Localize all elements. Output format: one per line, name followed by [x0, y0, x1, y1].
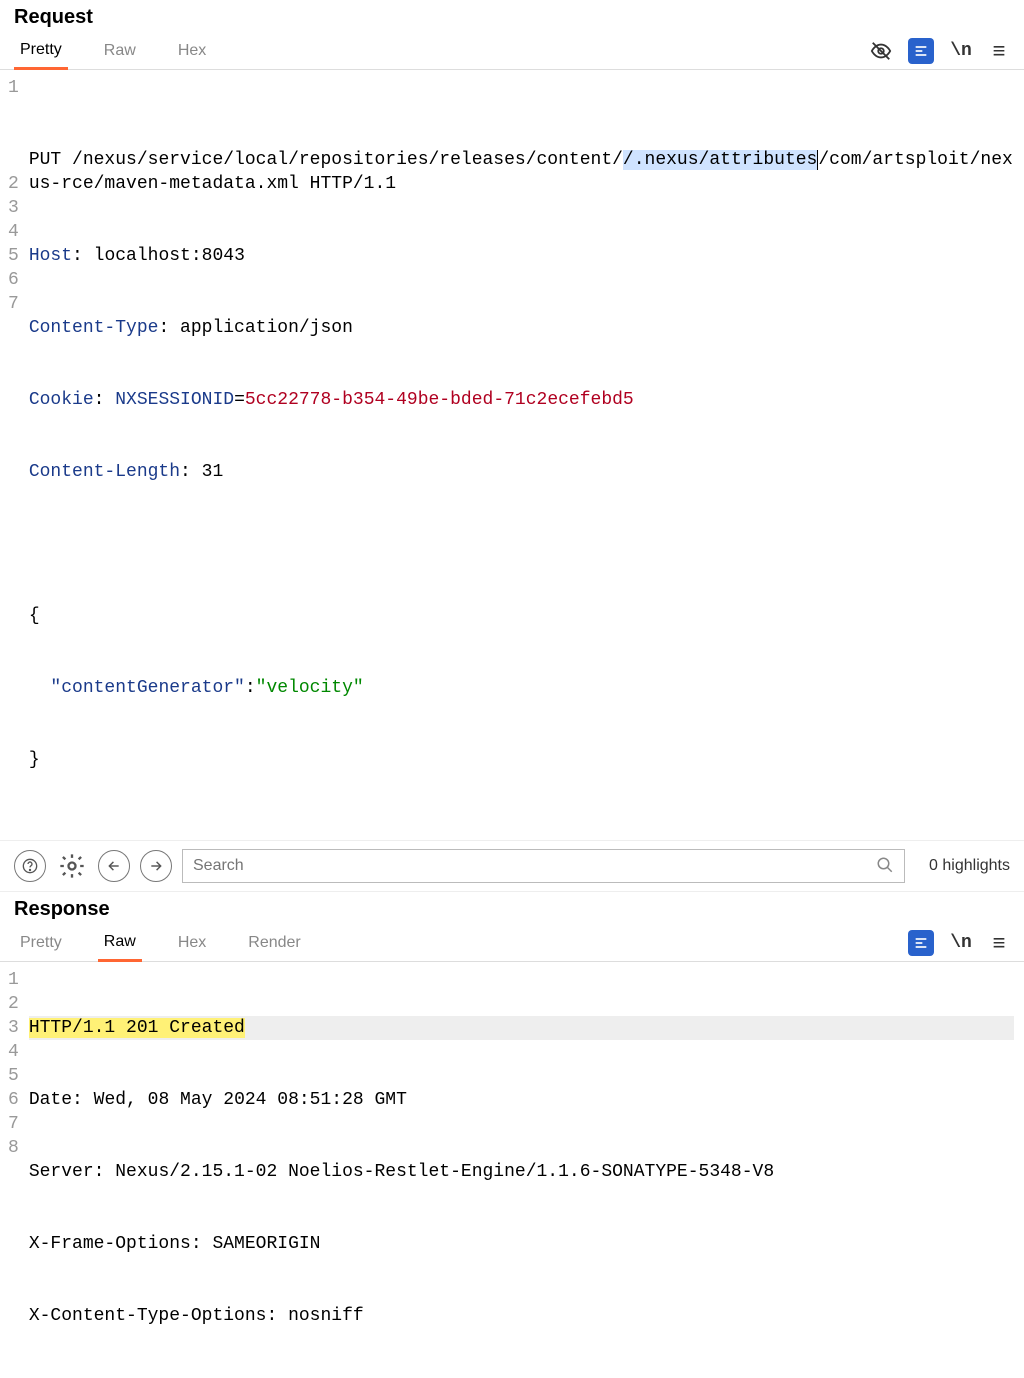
tab-resp-render[interactable]: Render	[242, 926, 306, 960]
menu-icon[interactable]: ≡	[988, 40, 1010, 62]
resp-header-server[interactable]: Server: Nexus/2.15.1-02 Noelios-Restlet-…	[29, 1160, 1014, 1184]
header-content-length[interactable]: Content-Length: 31	[29, 460, 1014, 484]
tab-resp-hex[interactable]: Hex	[172, 926, 212, 960]
tab-raw[interactable]: Raw	[98, 34, 142, 68]
format-icon-resp[interactable]	[908, 930, 934, 956]
tab-hex[interactable]: Hex	[172, 34, 212, 68]
response-gutter: 1 2 3 4 5 6 7 8	[0, 968, 29, 1378]
newline-toggle-resp[interactable]: \n	[950, 932, 972, 954]
blank-line[interactable]	[29, 532, 1014, 556]
response-title: Response	[0, 892, 1024, 925]
selected-path-segment[interactable]: /.nexus/attributes	[623, 150, 817, 170]
tab-resp-raw[interactable]: Raw	[98, 925, 142, 962]
settings-button[interactable]	[56, 850, 88, 882]
back-button[interactable]	[98, 850, 130, 882]
visibility-off-icon[interactable]	[870, 40, 892, 62]
body-content[interactable]: "contentGenerator":"velocity"	[29, 676, 1014, 700]
resp-header-clen[interactable]: Content-Length: 0	[29, 1376, 1014, 1378]
format-icon[interactable]	[908, 38, 934, 64]
request-gutter: 1 2 3 4 5 6 7	[0, 76, 29, 820]
tab-resp-pretty[interactable]: Pretty	[14, 926, 68, 960]
request-editor[interactable]: 1 2 3 4 5 6 7 PUT /nexus/service/local/r…	[0, 70, 1024, 840]
body-close-brace[interactable]: }	[29, 748, 1014, 772]
search-icon[interactable]	[876, 856, 894, 877]
request-title: Request	[0, 0, 1024, 33]
response-editor[interactable]: 1 2 3 4 5 6 7 8 HTTP/1.1 201 Created Dat…	[0, 962, 1024, 1378]
resp-header-date[interactable]: Date: Wed, 08 May 2024 08:51:28 GMT	[29, 1088, 1014, 1112]
resp-header-xcto[interactable]: X-Content-Type-Options: nosniff	[29, 1304, 1014, 1328]
menu-icon-resp[interactable]: ≡	[988, 932, 1010, 954]
forward-button[interactable]	[140, 850, 172, 882]
header-cookie[interactable]: Cookie: NXSESSIONID=5cc22778-b354-49be-b…	[29, 388, 1014, 412]
tab-pretty[interactable]: Pretty	[14, 33, 68, 70]
middle-toolbar: 0 highlights	[0, 840, 1024, 892]
body-open-brace[interactable]: {	[29, 604, 1014, 628]
response-tabs: Pretty Raw Hex Render \n ≡	[0, 925, 1024, 962]
resp-header-xfo[interactable]: X-Frame-Options: SAMEORIGIN	[29, 1232, 1014, 1256]
highlights-count: 0 highlights	[915, 857, 1010, 875]
request-line-method-path[interactable]: PUT /nexus/service/local/repositories/re…	[29, 148, 1014, 196]
request-tabs: Pretty Raw Hex \n ≡	[0, 33, 1024, 70]
search-box[interactable]	[182, 849, 905, 883]
search-input[interactable]	[193, 857, 876, 875]
header-host[interactable]: Host: localhost:8043	[29, 244, 1014, 268]
newline-toggle[interactable]: \n	[950, 40, 972, 62]
header-content-type[interactable]: Content-Type: application/json	[29, 316, 1014, 340]
help-button[interactable]	[14, 850, 46, 882]
status-line[interactable]: HTTP/1.1 201 Created	[29, 1016, 1014, 1040]
